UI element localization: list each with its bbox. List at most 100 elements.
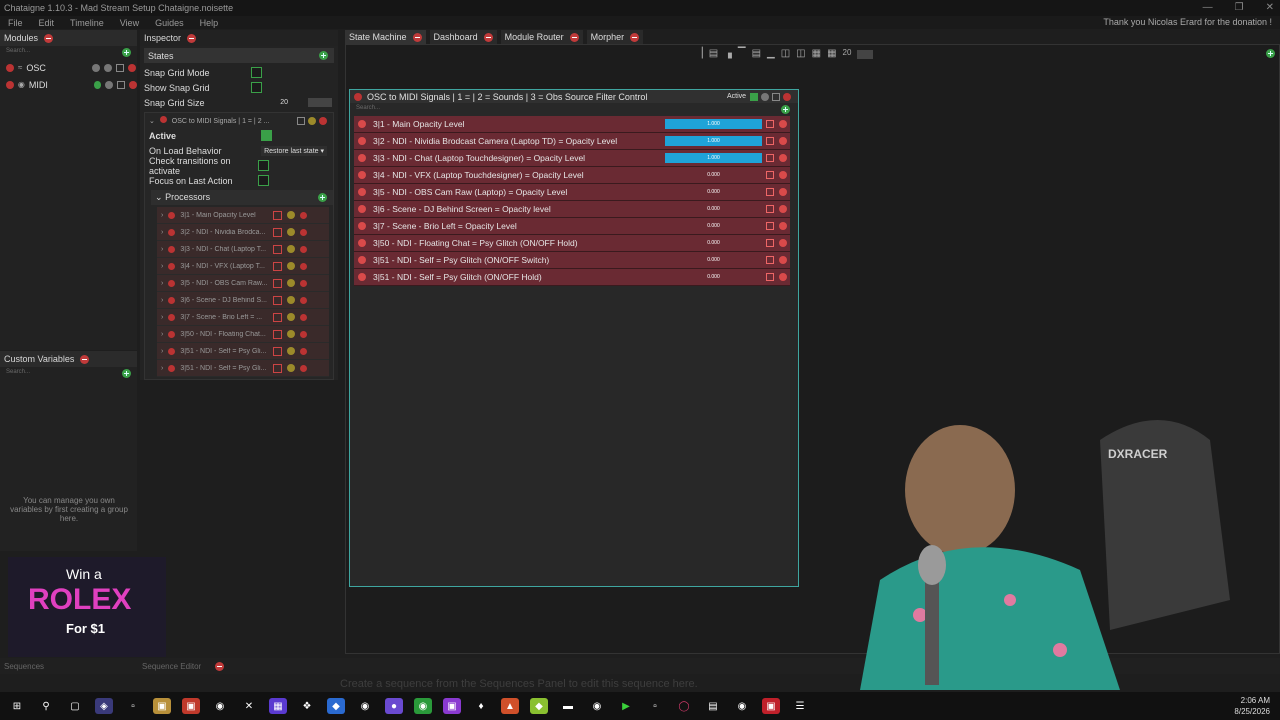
chevron-right-icon[interactable]: › bbox=[161, 212, 163, 219]
add-processor-icon[interactable] bbox=[318, 193, 327, 202]
state-inspector-header[interactable]: ⌄ OSC to MIDI Signals | 1 = | 2 ... bbox=[145, 113, 333, 128]
add-state-icon[interactable] bbox=[319, 51, 328, 60]
remove-icon[interactable] bbox=[779, 137, 787, 145]
action-toggle[interactable] bbox=[766, 205, 774, 213]
action-value-slider[interactable]: 1.000 bbox=[665, 119, 762, 129]
tab-sequence-editor[interactable]: Sequence Editor bbox=[142, 662, 201, 671]
remove-icon[interactable] bbox=[779, 205, 787, 213]
action-row[interactable]: 3|51 - NDI - Self = Psy Glitch (ON/OFF H… bbox=[354, 269, 790, 286]
tab-state-machine[interactable]: State Machine bbox=[345, 30, 426, 44]
app-icon[interactable]: ◉ bbox=[211, 698, 229, 714]
action-toggle[interactable] bbox=[766, 154, 774, 162]
processor-item[interactable]: › 3|1 - Main Opacity Level bbox=[157, 207, 329, 224]
action-toggle[interactable] bbox=[766, 273, 774, 281]
chevron-right-icon[interactable]: › bbox=[161, 314, 163, 321]
module-toggle[interactable] bbox=[116, 63, 125, 72]
remove-icon[interactable] bbox=[779, 273, 787, 281]
snap-grid-size-stepper[interactable] bbox=[308, 98, 332, 107]
remove-icon[interactable] bbox=[779, 188, 787, 196]
app-icon[interactable]: ❖ bbox=[298, 698, 316, 714]
custom-variables-search-input[interactable]: Search... bbox=[6, 369, 30, 378]
check-transitions-checkbox[interactable] bbox=[258, 160, 269, 171]
processor-action-icon[interactable] bbox=[287, 228, 296, 236]
enable-icon[interactable] bbox=[6, 63, 14, 72]
menu-guides[interactable]: Guides bbox=[147, 18, 192, 28]
menu-view[interactable]: View bbox=[112, 18, 147, 28]
states-section[interactable]: States bbox=[144, 48, 334, 63]
remove-icon[interactable] bbox=[300, 211, 308, 219]
remove-icon[interactable] bbox=[128, 63, 137, 72]
chevron-right-icon[interactable]: › bbox=[161, 348, 163, 355]
chevron-right-icon[interactable]: › bbox=[161, 246, 163, 253]
state-search-input[interactable]: Search... bbox=[356, 105, 380, 114]
show-snap-grid-checkbox[interactable] bbox=[251, 82, 262, 93]
close-icon[interactable] bbox=[483, 32, 493, 42]
app-icon[interactable]: ▣ bbox=[443, 698, 461, 714]
state-toggle[interactable] bbox=[297, 116, 305, 125]
processor-item[interactable]: › 3|3 - NDI - Chat (Laptop T... bbox=[157, 241, 329, 258]
system-clock[interactable]: 2:06 AM 8/25/2026 bbox=[1234, 695, 1270, 717]
remove-icon[interactable] bbox=[300, 347, 308, 355]
focus-last-checkbox[interactable] bbox=[258, 175, 269, 186]
grid-icon[interactable]: ▦ bbox=[812, 48, 821, 59]
osc-icon[interactable]: ◉ bbox=[733, 698, 751, 714]
minimize-icon[interactable]: — bbox=[1203, 0, 1213, 16]
close-icon[interactable]: ✕ bbox=[1266, 0, 1274, 16]
task-view-icon[interactable]: ▢ bbox=[66, 698, 84, 714]
action-row[interactable]: 3|2 - NDI - Nividia Brodcast Camera (Lap… bbox=[354, 133, 790, 150]
tab-dashboard[interactable]: Dashboard bbox=[429, 30, 497, 44]
align-top-icon[interactable]: ▔ bbox=[738, 48, 746, 59]
add-action-icon[interactable] bbox=[781, 105, 790, 114]
menu-help[interactable]: Help bbox=[192, 18, 227, 28]
processor-action-icon[interactable] bbox=[287, 364, 296, 372]
remove-icon[interactable] bbox=[779, 256, 787, 264]
brave-icon[interactable]: ▲ bbox=[501, 698, 519, 714]
processor-toggle[interactable] bbox=[273, 295, 283, 305]
processor-action-icon[interactable] bbox=[287, 262, 296, 270]
remove-icon[interactable] bbox=[300, 228, 308, 236]
chevron-right-icon[interactable]: › bbox=[161, 297, 163, 304]
remove-icon[interactable] bbox=[779, 154, 787, 162]
action-row[interactable]: 3|3 - NDI - Chat (Laptop Touchdesigner) … bbox=[354, 150, 790, 167]
processor-toggle[interactable] bbox=[273, 346, 283, 356]
app-icon[interactable]: ▣ bbox=[182, 698, 200, 714]
action-value-slider[interactable]: 0.000 bbox=[665, 187, 762, 197]
app-icon[interactable]: ▬ bbox=[559, 698, 577, 714]
action-row[interactable]: 3|51 - NDI - Self = Psy Glitch (ON/OFF S… bbox=[354, 252, 790, 269]
grid-toggle-icon[interactable]: ▦ bbox=[827, 48, 836, 59]
app-icon[interactable]: ◉ bbox=[356, 698, 374, 714]
processor-item[interactable]: › 3|50 - NDI - Floating Chat... bbox=[157, 326, 329, 343]
x-icon[interactable]: ✕ bbox=[240, 698, 258, 714]
processor-action-icon[interactable] bbox=[287, 279, 296, 287]
add-group-icon[interactable] bbox=[122, 369, 131, 378]
app-icon[interactable]: ▫ bbox=[124, 698, 142, 714]
action-row[interactable]: 3|1 - Main Opacity Level 1.000 bbox=[354, 116, 790, 133]
distribute-h-icon[interactable]: ◫ bbox=[781, 48, 790, 59]
processor-item[interactable]: › 3|51 - NDI - Self = Psy Gli... bbox=[157, 360, 329, 377]
processor-toggle[interactable] bbox=[273, 278, 283, 288]
action-value-slider[interactable]: 0.000 bbox=[665, 204, 762, 214]
active-checkbox[interactable] bbox=[750, 92, 759, 101]
processor-item[interactable]: › 3|4 - NDI - VFX (Laptop T... bbox=[157, 258, 329, 275]
menu-file[interactable]: File bbox=[0, 18, 31, 28]
close-icon[interactable] bbox=[412, 32, 422, 42]
action-row[interactable]: 3|6 - Scene - DJ Behind Screen = Opacity… bbox=[354, 201, 790, 218]
close-icon[interactable] bbox=[215, 661, 225, 671]
processor-action-icon[interactable] bbox=[287, 296, 296, 304]
processor-toggle[interactable] bbox=[273, 329, 283, 339]
processor-item[interactable]: › 3|51 - NDI - Self = Psy Gli... bbox=[157, 343, 329, 360]
play-icon[interactable]: ▶ bbox=[617, 698, 635, 714]
menu-icon[interactable]: ☰ bbox=[791, 698, 809, 714]
remove-icon[interactable] bbox=[129, 80, 137, 89]
action-row[interactable]: 3|50 - NDI - Floating Chat = Psy Glitch … bbox=[354, 235, 790, 252]
remove-icon[interactable] bbox=[779, 222, 787, 230]
chevron-right-icon[interactable]: › bbox=[161, 280, 163, 287]
remove-icon[interactable] bbox=[300, 262, 308, 270]
remove-icon[interactable] bbox=[779, 120, 787, 128]
processor-item[interactable]: › 3|6 - Scene - DJ Behind S... bbox=[157, 292, 329, 309]
align-bottom-icon[interactable]: ▁ bbox=[767, 48, 775, 59]
action-value-slider[interactable]: 1.000 bbox=[665, 136, 762, 146]
processor-action-icon[interactable] bbox=[287, 330, 296, 338]
close-icon[interactable] bbox=[44, 33, 54, 43]
align-center-icon[interactable]: ▤ bbox=[709, 48, 718, 59]
